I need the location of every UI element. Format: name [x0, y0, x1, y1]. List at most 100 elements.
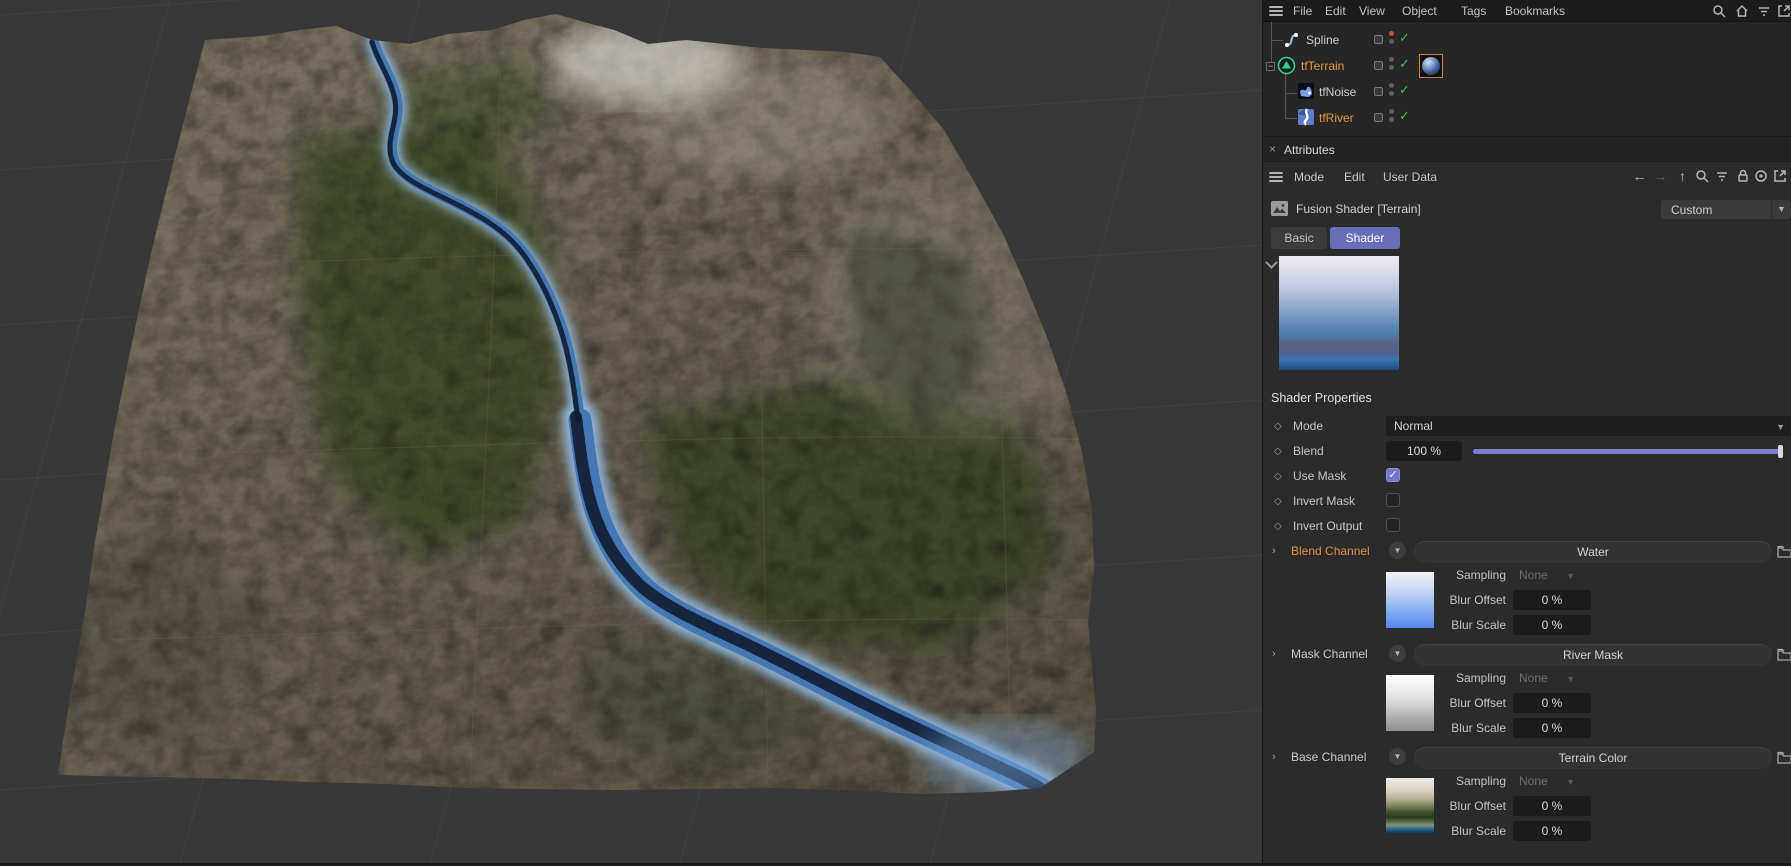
- channel-options-button[interactable]: ▼: [1389, 645, 1406, 662]
- layer-square-icon[interactable]: [1374, 87, 1383, 96]
- enable-dot-top[interactable]: [1389, 57, 1394, 62]
- terrain-operator-icon: [1277, 56, 1296, 75]
- enable-dot-bottom[interactable]: [1389, 117, 1394, 122]
- mode-dropdown[interactable]: Normal ▼: [1386, 416, 1791, 436]
- enable-dot-top[interactable]: [1389, 83, 1394, 88]
- expand-chevron-icon[interactable]: ›: [1272, 545, 1276, 557]
- open-window-icon[interactable]: [1771, 168, 1788, 185]
- lock-icon[interactable]: [1734, 168, 1751, 185]
- blur-offset-field[interactable]: 0 %: [1513, 693, 1591, 713]
- channel-options-button[interactable]: ▼: [1389, 542, 1406, 559]
- tree-label-tfriver[interactable]: tfRiver: [1319, 111, 1354, 125]
- back-arrow-icon[interactable]: ←: [1631, 168, 1648, 185]
- slider-knob[interactable]: [1778, 445, 1783, 458]
- layer-square-icon[interactable]: [1374, 35, 1383, 44]
- visible-check-icon[interactable]: ✓: [1399, 57, 1410, 70]
- tree-label-tfterrain[interactable]: tfTerrain: [1301, 59, 1344, 73]
- close-icon[interactable]: ×: [1269, 142, 1276, 156]
- enable-dot-top[interactable]: [1389, 31, 1394, 36]
- shader-preview[interactable]: [1279, 256, 1399, 370]
- blur-scale-field[interactable]: 0 %: [1513, 615, 1591, 635]
- chevron-down-icon: ▼: [1771, 200, 1791, 219]
- base-channel-label[interactable]: Base Channel: [1291, 750, 1366, 764]
- up-arrow-icon[interactable]: ↑: [1674, 168, 1691, 185]
- forward-arrow-icon[interactable]: →: [1652, 168, 1669, 185]
- key-diamond-icon[interactable]: ◇: [1274, 446, 1282, 457]
- folder-icon[interactable]: [1777, 545, 1791, 558]
- blend-channel-thumbnail[interactable]: [1386, 572, 1434, 628]
- filter-icon[interactable]: [1713, 168, 1730, 185]
- base-channel-thumbnail[interactable]: [1386, 778, 1434, 834]
- right-panel: File Edit View Object Tags Bookmarks Spl…: [1262, 0, 1791, 863]
- preset-dropdown[interactable]: Custom ▼: [1661, 200, 1791, 219]
- mode-dropdown-value: Normal: [1394, 419, 1433, 433]
- tree-label-spline[interactable]: Spline: [1306, 33, 1339, 47]
- search-icon[interactable]: [1693, 168, 1710, 185]
- visible-check-icon[interactable]: ✓: [1399, 31, 1410, 44]
- tab-basic[interactable]: Basic: [1271, 227, 1327, 249]
- expand-chevron-icon[interactable]: ›: [1272, 751, 1276, 763]
- home-icon[interactable]: [1734, 3, 1750, 19]
- search-icon[interactable]: [1711, 3, 1727, 19]
- open-window-icon[interactable]: [1776, 3, 1791, 19]
- attr-menu-user-data[interactable]: User Data: [1383, 170, 1437, 184]
- mask-channel-button[interactable]: River Mask: [1414, 644, 1772, 666]
- enable-dot-bottom[interactable]: [1389, 65, 1394, 70]
- key-diamond-icon[interactable]: ◇: [1274, 521, 1282, 532]
- spline-icon: [1283, 31, 1301, 49]
- key-diamond-icon[interactable]: ◇: [1274, 496, 1282, 507]
- menu-icon[interactable]: [1269, 172, 1283, 182]
- invert-mask-checkbox[interactable]: [1386, 493, 1400, 507]
- collapse-expander[interactable]: −: [1266, 62, 1275, 71]
- enable-dot-bottom[interactable]: [1389, 91, 1394, 96]
- blur-scale-label: Blur Scale: [1451, 618, 1506, 632]
- channel-options-button[interactable]: ▼: [1389, 748, 1406, 765]
- menu-object[interactable]: Object: [1402, 4, 1437, 18]
- invert-output-checkbox[interactable]: [1386, 518, 1400, 532]
- material-thumbnail[interactable]: [1419, 54, 1443, 78]
- attr-menu-edit[interactable]: Edit: [1344, 170, 1365, 184]
- tree-label-tfnoise[interactable]: tfNoise: [1319, 85, 1356, 99]
- attr-menu-mode[interactable]: Mode: [1294, 170, 1324, 184]
- tab-shader[interactable]: Shader: [1330, 227, 1400, 249]
- object-manager: Spline ✓ − tfTerrain ✓ tfNoise ✓ tfRiver…: [1263, 22, 1791, 136]
- key-diamond-icon[interactable]: ◇: [1274, 421, 1282, 432]
- expand-chevron-icon[interactable]: ›: [1272, 648, 1276, 660]
- menu-view[interactable]: View: [1359, 4, 1385, 18]
- viewport-3d[interactable]: [0, 0, 1263, 864]
- menu-file[interactable]: File: [1293, 4, 1312, 18]
- visible-check-icon[interactable]: ✓: [1399, 109, 1410, 122]
- collapse-chevron-icon[interactable]: [1265, 256, 1278, 269]
- menu-tags[interactable]: Tags: [1461, 4, 1486, 18]
- river-icon: [1297, 108, 1315, 126]
- blur-scale-field[interactable]: 0 %: [1513, 821, 1591, 841]
- layer-square-icon[interactable]: [1374, 113, 1383, 122]
- sampling-value: None: [1519, 774, 1548, 788]
- sampling-label: Sampling: [1455, 774, 1506, 788]
- menu-icon[interactable]: [1269, 6, 1283, 16]
- enable-dot-bottom[interactable]: [1389, 39, 1394, 44]
- filter-icon[interactable]: [1756, 3, 1772, 19]
- enable-dot-top[interactable]: [1389, 109, 1394, 114]
- base-channel-button[interactable]: Terrain Color: [1414, 747, 1772, 769]
- mask-channel-thumbnail[interactable]: [1386, 675, 1434, 731]
- folder-icon[interactable]: [1777, 648, 1791, 661]
- blend-channel-button[interactable]: Water: [1414, 541, 1772, 563]
- folder-icon[interactable]: [1777, 751, 1791, 764]
- attributes-header: × Attributes: [1263, 136, 1791, 162]
- blur-offset-field[interactable]: 0 %: [1513, 590, 1591, 610]
- visible-check-icon[interactable]: ✓: [1399, 83, 1410, 96]
- blend-value-field[interactable]: 100 %: [1386, 441, 1462, 461]
- use-mask-checkbox[interactable]: ✓: [1386, 468, 1400, 482]
- target-icon[interactable]: [1752, 168, 1769, 185]
- menu-edit[interactable]: Edit: [1325, 4, 1346, 18]
- blur-offset-field[interactable]: 0 %: [1513, 796, 1591, 816]
- use-mask-label: Use Mask: [1293, 469, 1347, 483]
- blend-slider[interactable]: [1473, 441, 1783, 461]
- layer-square-icon[interactable]: [1374, 61, 1383, 70]
- mask-channel-label[interactable]: Mask Channel: [1291, 647, 1368, 661]
- key-diamond-icon[interactable]: ◇: [1274, 471, 1282, 482]
- menu-bookmarks[interactable]: Bookmarks: [1505, 4, 1565, 18]
- blend-channel-label[interactable]: Blend Channel: [1291, 544, 1370, 558]
- blur-scale-field[interactable]: 0 %: [1513, 718, 1591, 738]
